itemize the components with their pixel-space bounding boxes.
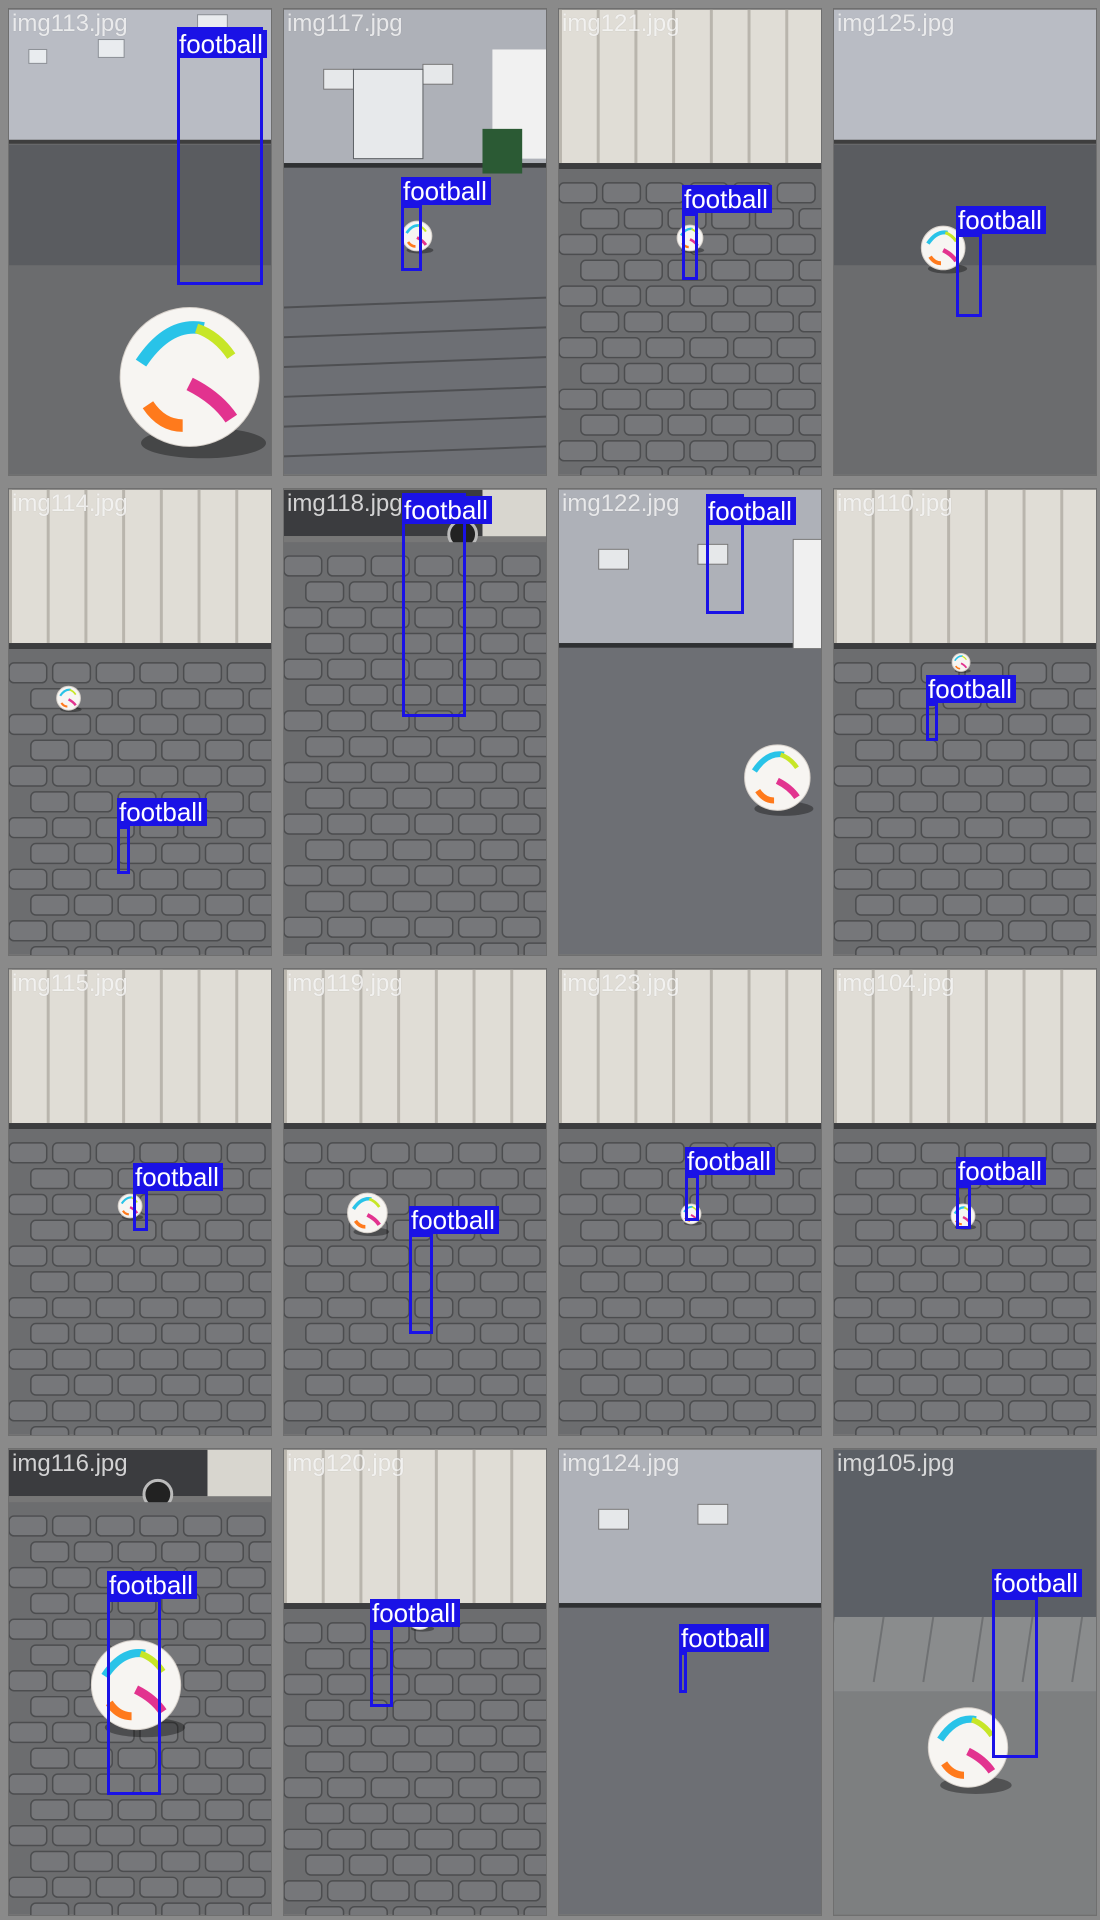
image-tile: img116.jpg football xyxy=(8,1448,272,1916)
detection-label: football xyxy=(401,177,491,205)
image-tile: img125.jpg football xyxy=(833,8,1097,476)
detection-label: football xyxy=(682,185,772,213)
detection-box: football xyxy=(926,675,1016,741)
detection-label: football xyxy=(706,497,796,525)
photo xyxy=(9,489,271,955)
image-tile: img122.jpg football xyxy=(558,488,822,956)
detection-label: football xyxy=(685,1147,775,1175)
photo xyxy=(834,1449,1096,1915)
image-tile: img114.jpg football xyxy=(8,488,272,956)
photo xyxy=(559,489,821,955)
image-tile: img117.jpg football xyxy=(283,8,547,476)
image-tile: img119.jpg football xyxy=(283,968,547,1436)
detection-box: football xyxy=(402,493,492,717)
photo xyxy=(284,1449,546,1915)
image-tile: img121.jpg football xyxy=(558,8,822,476)
image-tile: img118.jpg football xyxy=(283,488,547,956)
photo xyxy=(559,1449,821,1915)
detection-box: football xyxy=(685,1147,775,1221)
detection-label: football xyxy=(679,1624,769,1652)
detection-box: football xyxy=(682,185,772,280)
detection-label: football xyxy=(117,798,207,826)
detection-label: football xyxy=(107,1571,197,1599)
detection-label: football xyxy=(956,206,1046,234)
detection-box: football xyxy=(679,1624,769,1693)
image-tile: img124.jpg football xyxy=(558,1448,822,1916)
photo xyxy=(284,969,546,1435)
image-tile: img115.jpg football xyxy=(8,968,272,1436)
image-tile: img120.jpg football xyxy=(283,1448,547,1916)
detection-box: football xyxy=(401,177,491,271)
detection-box: football xyxy=(992,1569,1082,1758)
detection-box: football xyxy=(177,27,267,285)
detection-box: football xyxy=(706,494,796,614)
detection-label: football xyxy=(926,675,1016,703)
detection-image-grid: img113.jpg football img117.jpg football im… xyxy=(0,0,1100,1920)
detection-box: football xyxy=(956,206,1046,317)
detection-box: football xyxy=(409,1206,499,1334)
detection-box: football xyxy=(133,1163,223,1231)
detection-label: football xyxy=(177,30,267,58)
detection-box: football xyxy=(370,1599,460,1707)
detection-label: football xyxy=(992,1569,1082,1597)
detection-label: football xyxy=(402,496,492,524)
detection-label: football xyxy=(409,1206,499,1234)
detection-label: football xyxy=(133,1163,223,1191)
detection-label: football xyxy=(956,1157,1046,1185)
photo xyxy=(834,489,1096,955)
detection-box: football xyxy=(117,798,207,874)
detection-box: football xyxy=(956,1157,1046,1229)
image-tile: img110.jpg football xyxy=(833,488,1097,956)
image-tile: img104.jpg football xyxy=(833,968,1097,1436)
image-tile: img113.jpg football xyxy=(8,8,272,476)
detection-label: football xyxy=(370,1599,460,1627)
image-tile: img123.jpg football xyxy=(558,968,822,1436)
image-tile: img105.jpg football xyxy=(833,1448,1097,1916)
detection-box: football xyxy=(107,1571,197,1795)
